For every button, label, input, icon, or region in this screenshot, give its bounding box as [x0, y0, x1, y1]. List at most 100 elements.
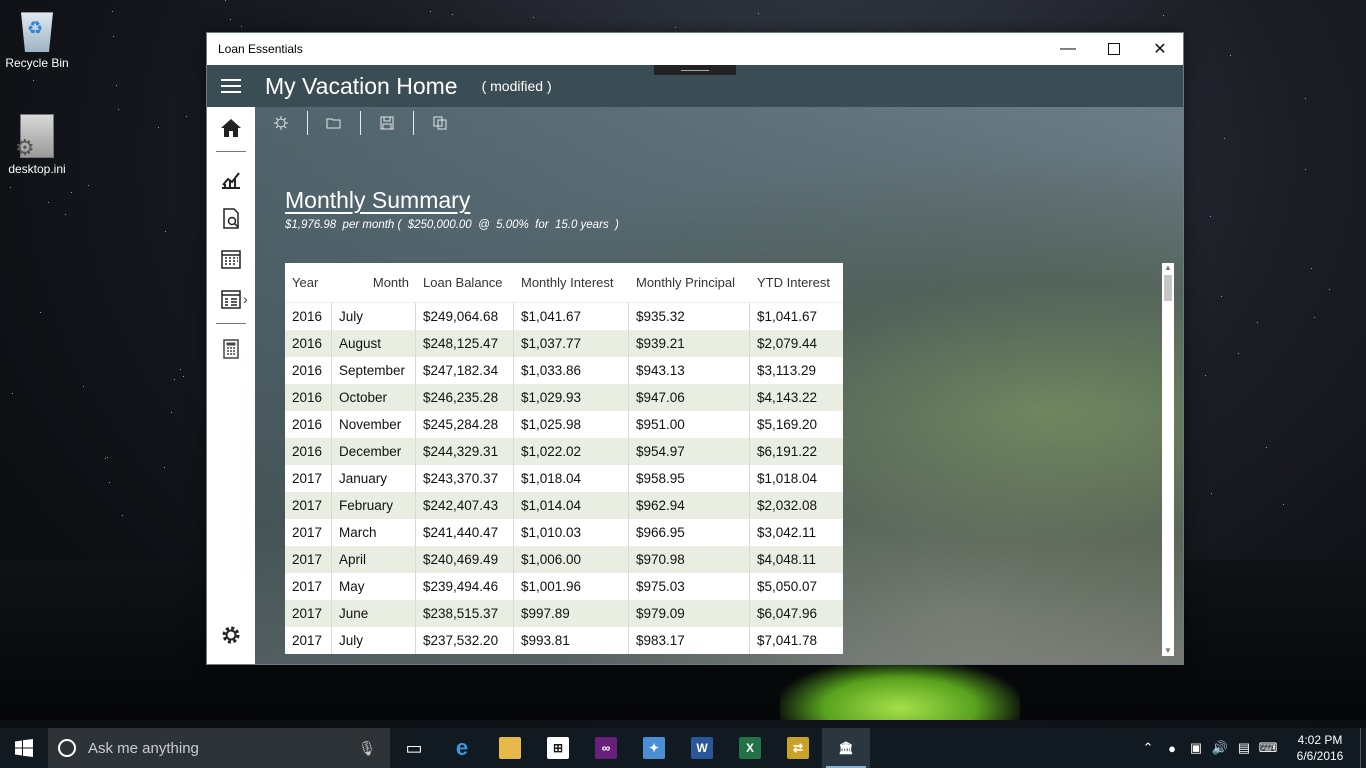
- star: [87, 184, 89, 186]
- minimize-button[interactable]: —: [1045, 33, 1091, 65]
- scroll-up-arrow-icon[interactable]: ▲: [1162, 263, 1174, 273]
- star: [157, 126, 159, 128]
- nav-calendar-schedule[interactable]: ›: [207, 282, 255, 316]
- copy-button[interactable]: [422, 111, 458, 135]
- cell-monthly-interest: $997.89: [514, 600, 629, 627]
- summary-title[interactable]: Monthly Summary: [285, 187, 470, 214]
- nav-settings[interactable]: [207, 618, 255, 652]
- folder-icon: [499, 737, 521, 759]
- nav-home[interactable]: [207, 111, 255, 145]
- cell-monthly-interest: $1,006.00: [514, 546, 629, 573]
- nav-charts[interactable]: [207, 162, 255, 196]
- star: [1328, 288, 1330, 290]
- taskbar-app-file-explorer[interactable]: [486, 728, 534, 768]
- desktop-icon-recycle-bin[interactable]: Recycle Bin: [0, 8, 74, 70]
- cell-month: October: [332, 384, 416, 411]
- gear-icon: [222, 626, 240, 644]
- cell-ytd-interest: $2,032.08: [757, 498, 818, 513]
- cortana-search-box[interactable]: Ask me anything 🎙: [48, 728, 390, 768]
- star: [164, 467, 166, 469]
- cell-ytd-interest: $4,048.11: [757, 552, 817, 567]
- table-row[interactable]: 2017 March $241,440.47 $1,010.03 $966.95 $3,0…: [285, 519, 843, 546]
- taskbar-app-edge[interactable]: e: [438, 728, 486, 768]
- clock[interactable]: 4:02 PM 6/6/2016: [1280, 732, 1360, 764]
- chart-icon: [222, 172, 240, 189]
- keyboard-icon[interactable]: ⌨: [1256, 740, 1280, 756]
- nav-calculator[interactable]: [207, 332, 255, 366]
- network-icon[interactable]: ▣: [1184, 740, 1208, 756]
- search-placeholder: Ask me anything: [88, 739, 199, 757]
- show-desktop-button[interactable]: [1360, 728, 1366, 768]
- title-bar[interactable]: Loan Essentials — ✕: [207, 33, 1183, 65]
- table-row[interactable]: 2016 December $244,329.31 $1,022.02 $954.97 $…: [285, 438, 843, 465]
- nav-document-search[interactable]: [207, 202, 255, 236]
- column-header-monthly-interest[interactable]: Monthly Interest: [514, 275, 629, 290]
- table-row[interactable]: 2016 November $245,284.28 $1,025.98 $951.00 $…: [285, 411, 843, 438]
- taskbar-app-photos[interactable]: ✦: [630, 728, 678, 768]
- table-row[interactable]: 2017 January $243,370.37 $1,018.04 $958.95 $1…: [285, 465, 843, 492]
- column-header-month[interactable]: Month: [332, 275, 416, 290]
- table-row[interactable]: 2016 August $248,125.47 $1,037.77 $939.21 $2,…: [285, 330, 843, 357]
- drag-grip-handle[interactable]: [654, 65, 736, 75]
- calendar-icon: [221, 250, 241, 269]
- vertical-scrollbar[interactable]: ▲ ▼: [1162, 263, 1174, 656]
- taskbar-app-misc[interactable]: ⇄: [774, 728, 822, 768]
- chevron-right-icon[interactable]: ›: [243, 291, 248, 307]
- column-header-ytd-interest[interactable]: YTD Interest: [750, 275, 843, 290]
- cortana-icon: [58, 739, 76, 757]
- taskbar-app-word[interactable]: W: [678, 728, 726, 768]
- close-button[interactable]: ✕: [1137, 33, 1183, 65]
- new-button[interactable]: [263, 111, 299, 135]
- cell-month: December: [332, 438, 416, 465]
- taskbar-app-loan-essentials[interactable]: 🏛: [822, 728, 870, 768]
- table-row[interactable]: 2017 May $239,494.46 $1,001.96 $975.03 $5,050…: [285, 573, 843, 600]
- column-header-year[interactable]: Year: [285, 275, 332, 290]
- sidebar-divider: [216, 151, 246, 152]
- volume-icon[interactable]: 🔊: [1208, 740, 1232, 756]
- task-view-button[interactable]: ▭: [390, 728, 438, 768]
- microphone-icon[interactable]: 🎙: [358, 740, 376, 757]
- maximize-button[interactable]: [1091, 33, 1137, 65]
- cell-loan-balance: $238,515.37: [416, 600, 514, 627]
- desktop-icon-desktop-ini[interactable]: desktop.ini: [0, 114, 74, 176]
- chevron-up-icon[interactable]: ⌃: [1136, 740, 1160, 756]
- column-header-monthly-principal[interactable]: Monthly Principal: [629, 275, 750, 290]
- nav-calendar[interactable]: [207, 242, 255, 276]
- document-search-icon: [223, 208, 239, 229]
- table-row[interactable]: 2016 July $249,064.68 $1,041.67 $935.32 $1,04…: [285, 303, 843, 330]
- start-button[interactable]: [0, 728, 48, 768]
- table-row[interactable]: 2017 February $242,407.43 $1,014.04 $962.94 $…: [285, 492, 843, 519]
- table-row[interactable]: 2017 July $237,532.20 $993.81 $983.17 $7,041.…: [285, 627, 843, 654]
- app-tray-icon[interactable]: ●: [1160, 741, 1184, 756]
- save-button[interactable]: [369, 111, 405, 135]
- document-title: My Vacation Home: [265, 72, 458, 99]
- action-center-icon[interactable]: ▤: [1232, 740, 1256, 756]
- star: [1282, 504, 1284, 506]
- table-row[interactable]: 2016 September $247,182.34 $1,033.86 $943.13…: [285, 357, 843, 384]
- cell-ytd-interest: $5,050.07: [757, 579, 818, 594]
- table-row[interactable]: 2017 June $238,515.37 $997.89 $979.09 $6,047.…: [285, 600, 843, 627]
- cell-monthly-interest: $1,018.04: [514, 465, 629, 492]
- star: [48, 202, 50, 204]
- scrollbar-thumb[interactable]: [1164, 275, 1172, 301]
- taskbar-app-store[interactable]: ⊞: [534, 728, 582, 768]
- star: [185, 116, 187, 118]
- calculator-icon: [223, 339, 239, 359]
- sidebar: ›: [207, 107, 255, 664]
- column-header-loan-balance[interactable]: Loan Balance: [416, 275, 514, 290]
- star: [1229, 54, 1231, 56]
- table-row[interactable]: 2017 April $240,469.49 $1,006.00 $970.98 $4,0…: [285, 546, 843, 573]
- cell-ytd-interest: $3,042.11: [757, 525, 817, 540]
- table-row[interactable]: 2016 October $246,235.28 $1,029.93 $947.06 $4…: [285, 384, 843, 411]
- cell-year: 2016: [285, 438, 332, 465]
- desktop-tent-glow: [780, 660, 1020, 720]
- cell-year: 2016: [285, 384, 332, 411]
- hamburger-menu-icon[interactable]: [207, 79, 255, 93]
- scroll-down-arrow-icon[interactable]: ▼: [1162, 646, 1174, 656]
- star: [107, 457, 109, 458]
- taskbar-app-excel[interactable]: X: [726, 728, 774, 768]
- taskbar-app-visual-studio[interactable]: ∞: [582, 728, 630, 768]
- star: [113, 35, 115, 37]
- star: [111, 10, 113, 12]
- open-button[interactable]: [316, 111, 352, 135]
